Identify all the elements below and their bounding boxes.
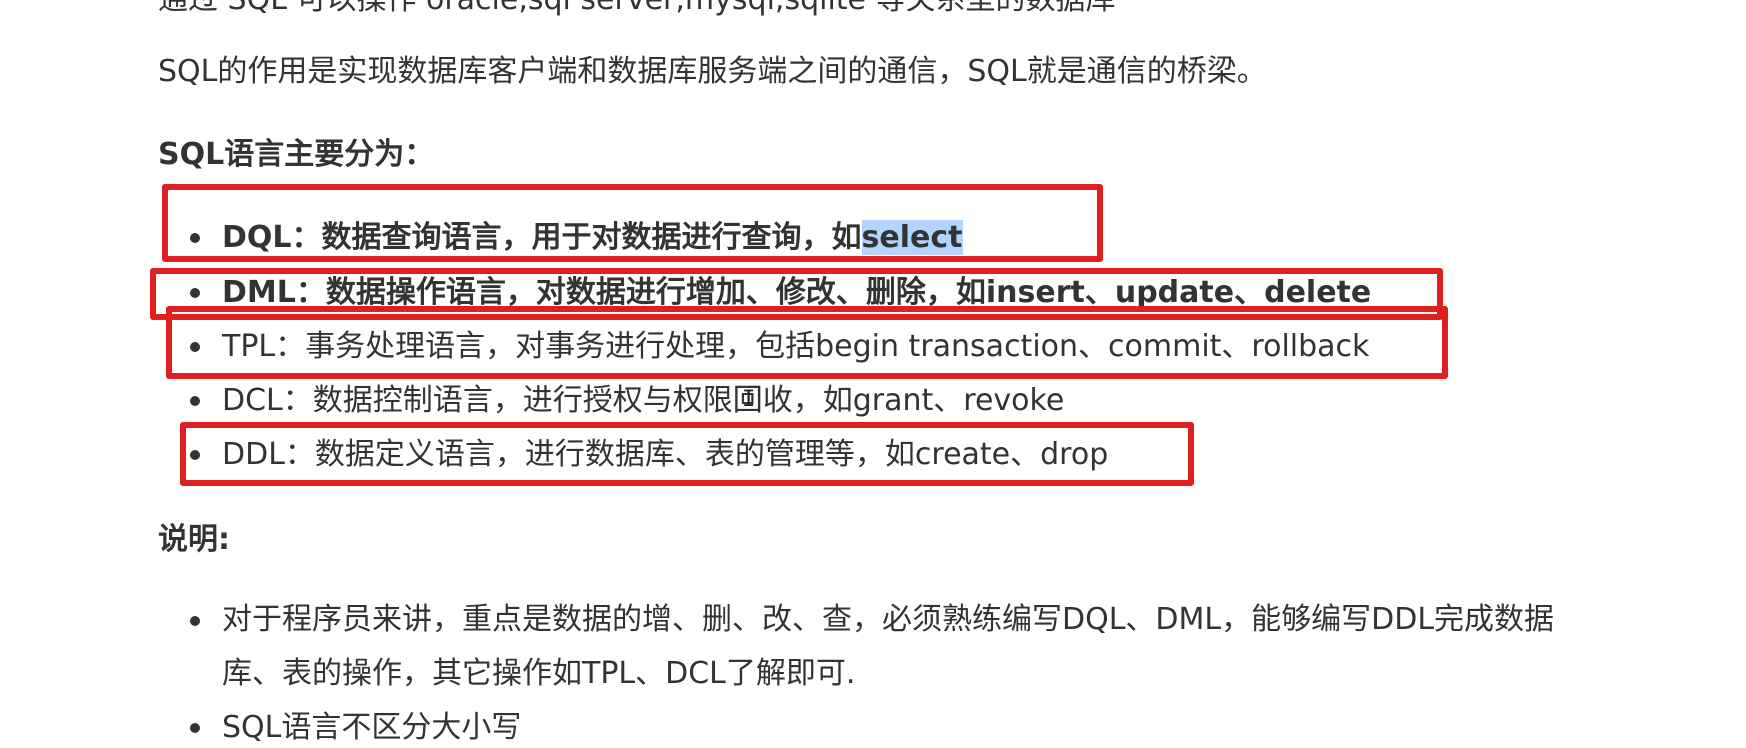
note-1-line-2: 库、表的操作，其它操作如TPL、DCL了解即可.: [222, 656, 856, 691]
document-content: 通过 SQL 可以操作 oracle,sql server,mysql,sqli…: [0, 0, 1746, 745]
list-item-dcl: DCL：数据控制语言，进行授权与权限回收，如grant、revoke: [222, 383, 1065, 418]
annotation-box-ddl: [180, 422, 1194, 486]
note-1-line-1: 对于程序员来讲，重点是数据的增、删、改、查，必须熟练编写DQL、DML，能够编写…: [222, 602, 1555, 637]
annotation-box-dql: [162, 184, 1103, 262]
annotation-box-tpl: [166, 306, 1448, 379]
cutoff-paragraph: 通过 SQL 可以操作 oracle,sql server,mysql,sqli…: [158, 0, 1116, 20]
text-cursor-icon: I: [742, 387, 756, 412]
bullet-note-2: [190, 723, 200, 733]
intro-paragraph: SQL的作用是实现数据库客户端和数据库服务端之间的通信，SQL就是通信的桥梁。: [158, 54, 1267, 89]
note-2: SQL语言不区分大小写: [222, 710, 522, 745]
categories-heading: SQL语言主要分为：: [158, 137, 435, 172]
notes-heading: 说明:: [158, 522, 230, 557]
bullet-note-1: [190, 616, 200, 626]
bullet-dcl: [190, 396, 200, 406]
